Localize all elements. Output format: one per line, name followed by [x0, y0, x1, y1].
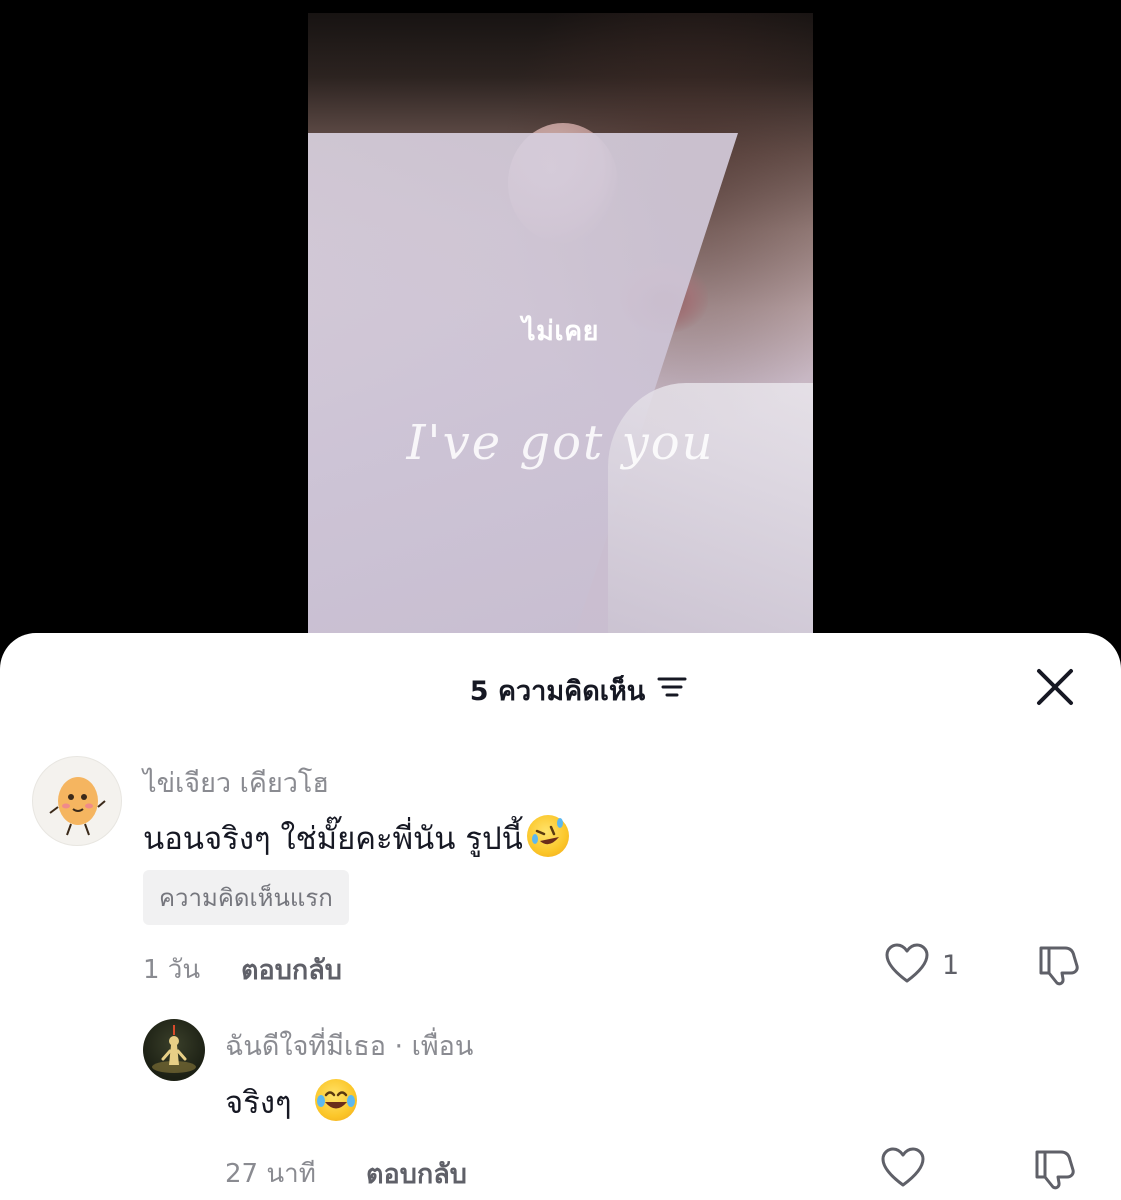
- video-preview[interactable]: ไม่เคย I've got you: [308, 13, 813, 653]
- avatar[interactable]: [143, 1019, 205, 1081]
- dislike-button[interactable]: [1035, 942, 1081, 990]
- like-button[interactable]: [880, 1146, 926, 1192]
- comments-title[interactable]: 5 ความคิดเห็น: [0, 669, 1121, 712]
- heart-icon: [880, 1146, 926, 1192]
- screen: ไม่เคย I've got you 5 ความคิดเห็น ไข่เจี…: [0, 0, 1121, 1200]
- comments-sheet: 5 ความคิดเห็น ไข่เจียว เคียวโฮ นอนจริงๆ …: [0, 633, 1121, 1200]
- comments-header: 5 ความคิดเห็น: [0, 633, 1121, 743]
- comment-text-content: จริงๆ: [225, 1085, 292, 1121]
- rolling-laughing-emoji-icon: [526, 815, 569, 857]
- heart-icon: [884, 942, 930, 988]
- like-button[interactable]: 1: [884, 942, 959, 988]
- comment-username[interactable]: ไข่เจียว เคียวโฮ: [143, 761, 329, 804]
- thumbs-down-icon: [1035, 946, 1081, 990]
- close-icon[interactable]: [1031, 663, 1079, 711]
- video-caption-thai: ไม่เคย: [522, 316, 599, 347]
- tears-of-joy-emoji-icon: [315, 1079, 358, 1121]
- comment-text: นอนจริงๆ ใช่มั๊ยคะพี่นัน รูปนี้: [143, 813, 569, 863]
- dislike-button[interactable]: [1031, 1146, 1077, 1194]
- comment-time: 1 วัน: [143, 955, 201, 985]
- reply-button[interactable]: ตอบกลับ: [241, 948, 342, 991]
- comments-count-label: 5 ความคิดเห็น: [469, 676, 646, 707]
- first-comment-badge: ความคิดเห็นแรก: [143, 870, 349, 925]
- comment-text: จริงๆ: [225, 1077, 358, 1127]
- thumbs-down-icon: [1031, 1150, 1077, 1194]
- like-count: 1: [942, 949, 960, 981]
- video-caption-english: I've got you: [406, 415, 715, 471]
- comment-text-content: นอนจริงๆ ใช่มั๊ยคะพี่นัน รูปนี้: [143, 821, 523, 857]
- reply-button[interactable]: ตอบกลับ: [366, 1152, 467, 1195]
- avatar[interactable]: [32, 756, 122, 846]
- comment-time: 27 นาที: [225, 1159, 316, 1189]
- sort-icon[interactable]: [657, 675, 687, 706]
- comment-username[interactable]: ฉันดีใจที่มีเธอ · เพื่อน: [225, 1024, 473, 1067]
